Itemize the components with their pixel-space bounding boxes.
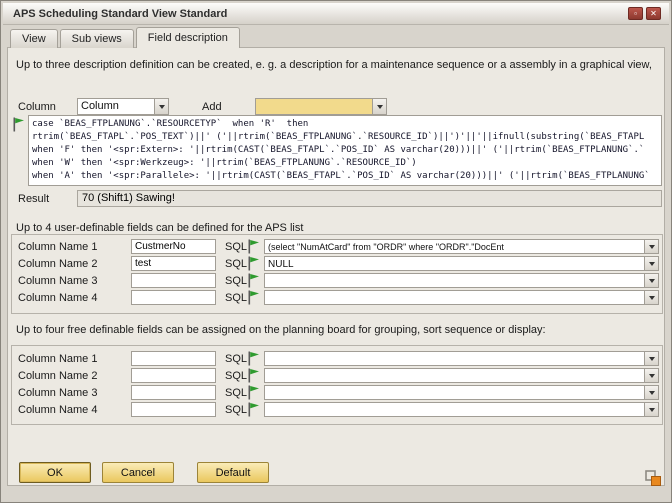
minimize-button[interactable]: ▫ — [628, 7, 643, 20]
aps-column-2-label: Column Name 2 — [18, 258, 97, 270]
aps-column-4-label: Column Name 4 — [18, 292, 97, 304]
ok-button[interactable]: OK — [19, 462, 91, 483]
result-label: Result — [18, 193, 49, 205]
aps-column-3-sql-value — [265, 274, 644, 287]
board-column-4-label: Column Name 4 — [18, 404, 97, 416]
aps-column-1-label: Column Name 1 — [18, 241, 97, 253]
board-column-2-sql-select[interactable] — [264, 368, 659, 383]
minimize-icon: ▫ — [634, 9, 637, 18]
window-title: APS Scheduling Standard View Standard — [13, 8, 628, 20]
tab-strip: View Sub views Field description — [10, 27, 240, 48]
board-column-1-sql-select[interactable] — [264, 351, 659, 366]
tab-field-description[interactable]: Field description — [136, 27, 240, 48]
board-column-3-label: Column Name 3 — [18, 387, 97, 399]
aps-column-1-sql-value: (select "NumAtCard" from "ORDR" where "O… — [265, 240, 644, 253]
description-sql-editor[interactable]: case `BEAS_FTPLANUNG`.`RESOURCETYP` when… — [28, 115, 662, 186]
column-select[interactable]: Column — [77, 98, 169, 115]
aps-column-3-label: Column Name 3 — [18, 275, 97, 287]
chevron-down-icon[interactable] — [644, 240, 658, 253]
board-column-3-sql-value — [265, 386, 644, 399]
window-controls: ▫ ✕ — [628, 7, 661, 20]
sql-label: SQL — [225, 241, 247, 253]
board-column-1-label: Column Name 1 — [18, 353, 97, 365]
planning-board-intro-text: Up to four free definable fields can be … — [16, 323, 661, 337]
tab-view[interactable]: View — [10, 29, 58, 48]
sql-label: SQL — [225, 353, 247, 365]
flag-icon[interactable] — [247, 273, 260, 288]
tab-sub-views[interactable]: Sub views — [60, 29, 134, 48]
chevron-down-icon[interactable] — [372, 99, 386, 114]
board-column-2-label: Column Name 2 — [18, 370, 97, 382]
board-column-2-input[interactable] — [131, 368, 216, 383]
aps-column-3-input[interactable] — [131, 273, 216, 288]
cancel-button[interactable]: Cancel — [102, 462, 174, 483]
flag-icon[interactable] — [12, 117, 25, 132]
flag-icon[interactable] — [247, 351, 260, 366]
flag-icon[interactable] — [247, 256, 260, 271]
add-label: Add — [202, 101, 222, 113]
chevron-down-icon[interactable] — [644, 386, 658, 399]
board-column-4-sql-value — [265, 403, 644, 416]
result-field: 70 (Shift1) Sawing! — [77, 190, 662, 207]
chevron-down-icon[interactable] — [644, 352, 658, 365]
sql-label: SQL — [225, 404, 247, 416]
chevron-down-icon[interactable] — [644, 403, 658, 416]
sql-label: SQL — [225, 370, 247, 382]
default-button[interactable]: Default — [197, 462, 269, 483]
chevron-down-icon[interactable] — [154, 99, 168, 114]
flag-icon[interactable] — [247, 402, 260, 417]
column-select-value: Column — [78, 99, 154, 114]
aps-column-1-input[interactable] — [131, 239, 216, 254]
sql-label: SQL — [225, 387, 247, 399]
aps-column-3-sql-select[interactable] — [264, 273, 659, 288]
titlebar[interactable]: APS Scheduling Standard View Standard ▫ … — [3, 3, 669, 25]
aps-column-2-sql-select[interactable]: NULL — [264, 256, 659, 271]
sql-label: SQL — [225, 275, 247, 287]
aps-list-intro-text: Up to 4 user-definable fields can be def… — [16, 221, 656, 235]
aps-column-1-sql-select[interactable]: (select "NumAtCard" from "ORDR" where "O… — [264, 239, 659, 254]
board-column-4-sql-select[interactable] — [264, 402, 659, 417]
board-column-3-sql-select[interactable] — [264, 385, 659, 400]
chevron-down-icon[interactable] — [644, 291, 658, 304]
close-button[interactable]: ✕ — [646, 7, 661, 20]
board-column-2-sql-value — [265, 369, 644, 382]
aps-column-2-input[interactable] — [131, 256, 216, 271]
add-select-value — [256, 99, 372, 114]
chevron-down-icon[interactable] — [644, 369, 658, 382]
sql-label: SQL — [225, 258, 247, 270]
aps-column-4-input[interactable] — [131, 290, 216, 305]
board-column-1-sql-value — [265, 352, 644, 365]
aps-column-4-sql-select[interactable] — [264, 290, 659, 305]
close-icon: ✕ — [650, 9, 657, 18]
board-column-3-input[interactable] — [131, 385, 216, 400]
flag-icon[interactable] — [247, 290, 260, 305]
aps-scheduling-dialog: APS Scheduling Standard View Standard ▫ … — [0, 0, 672, 503]
add-select[interactable] — [255, 98, 387, 115]
chevron-down-icon[interactable] — [644, 257, 658, 270]
board-column-4-input[interactable] — [131, 402, 216, 417]
flag-icon[interactable] — [247, 385, 260, 400]
flag-icon[interactable] — [247, 368, 260, 383]
resize-grip-icon[interactable] — [645, 470, 662, 492]
description-intro-text: Up to three description definition can b… — [16, 58, 658, 72]
sql-label: SQL — [225, 292, 247, 304]
aps-column-2-sql-value: NULL — [265, 257, 644, 270]
chevron-down-icon[interactable] — [644, 274, 658, 287]
flag-icon[interactable] — [247, 239, 260, 254]
board-column-1-input[interactable] — [131, 351, 216, 366]
aps-column-4-sql-value — [265, 291, 644, 304]
column-label: Column — [18, 101, 56, 113]
